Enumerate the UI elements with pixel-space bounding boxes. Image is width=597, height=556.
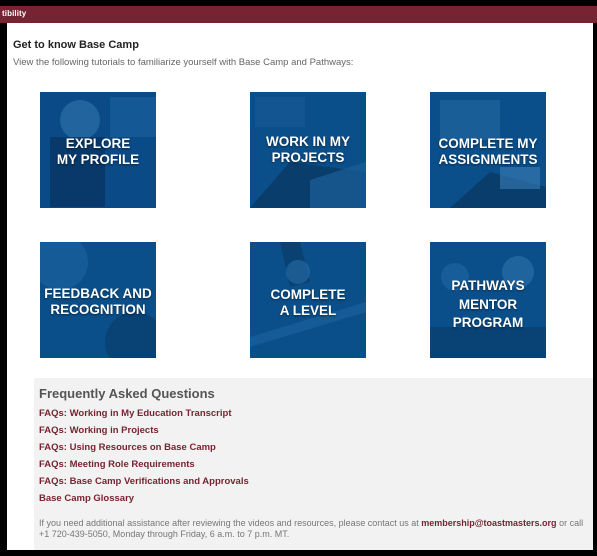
content-panel: Get to know Base Camp View the following… [7, 23, 593, 550]
faq-link[interactable]: FAQs: Working in Projects [39, 425, 159, 436]
tile-label-line2: MY PROFILE [56, 152, 140, 167]
tile-label-line2: ASSIGNMENTS [438, 152, 538, 167]
tile-complete-a-level[interactable]: COMPLETE A LEVEL [250, 242, 366, 358]
faq-link[interactable]: FAQs: Working in My Education Transcript [39, 408, 232, 419]
tile-label-line1: COMPLETE [270, 287, 346, 302]
page-title: Get to know Base Camp [13, 39, 139, 51]
tile-label-line1: PATHWAYS [451, 278, 525, 293]
glossary-link[interactable]: Base Camp Glossary [39, 493, 134, 504]
tile-complete-my-assignments[interactable]: COMPLETE MY ASSIGNMENTS [430, 92, 546, 208]
faq-section: Frequently Asked Questions FAQs: Working… [34, 378, 593, 550]
faq-title: Frequently Asked Questions [39, 386, 215, 401]
faq-link[interactable]: FAQs: Base Camp Verifications and Approv… [39, 476, 249, 487]
assistance-note-prefix: If you need additional assistance after … [39, 518, 422, 528]
tile-pathways-mentor-program[interactable]: PATHWAYS MENTOR PROGRAM [430, 242, 546, 358]
top-bar: tibility [0, 6, 597, 23]
tile-label-line2: A LEVEL [279, 303, 337, 318]
top-bar-label: tibility [2, 9, 27, 18]
tile-label-line1: EXPLORE [65, 136, 131, 151]
tile-label-line2: RECOGNITION [50, 302, 146, 317]
tile-label-line1: WORK IN MY [266, 134, 350, 149]
tile-label-line1: FEEDBACK AND [44, 286, 152, 301]
tile-work-in-my-projects[interactable]: WORK IN MY PROJECTS [250, 92, 366, 208]
assistance-note: If you need additional assistance after … [39, 518, 587, 540]
tile-label-line2: PROJECTS [271, 150, 345, 165]
contact-email-link[interactable]: membership@toastmasters.org [421, 518, 556, 528]
faq-link[interactable]: FAQs: Using Resources on Base Camp [39, 442, 216, 453]
tile-label-line2: MENTOR [458, 297, 518, 312]
tile-feedback-and-recognition[interactable]: FEEDBACK AND RECOGNITION [40, 242, 156, 358]
tile-label-line3: PROGRAM [452, 315, 524, 330]
window-frame: tibility Get to know Base Camp View the … [0, 0, 597, 556]
tile-label-line1: COMPLETE MY [438, 136, 538, 151]
tile-explore-my-profile[interactable]: EXPLORE MY PROFILE [40, 92, 156, 208]
page-subtitle: View the following tutorials to familiar… [13, 57, 354, 68]
faq-link[interactable]: FAQs: Meeting Role Requirements [39, 459, 195, 470]
